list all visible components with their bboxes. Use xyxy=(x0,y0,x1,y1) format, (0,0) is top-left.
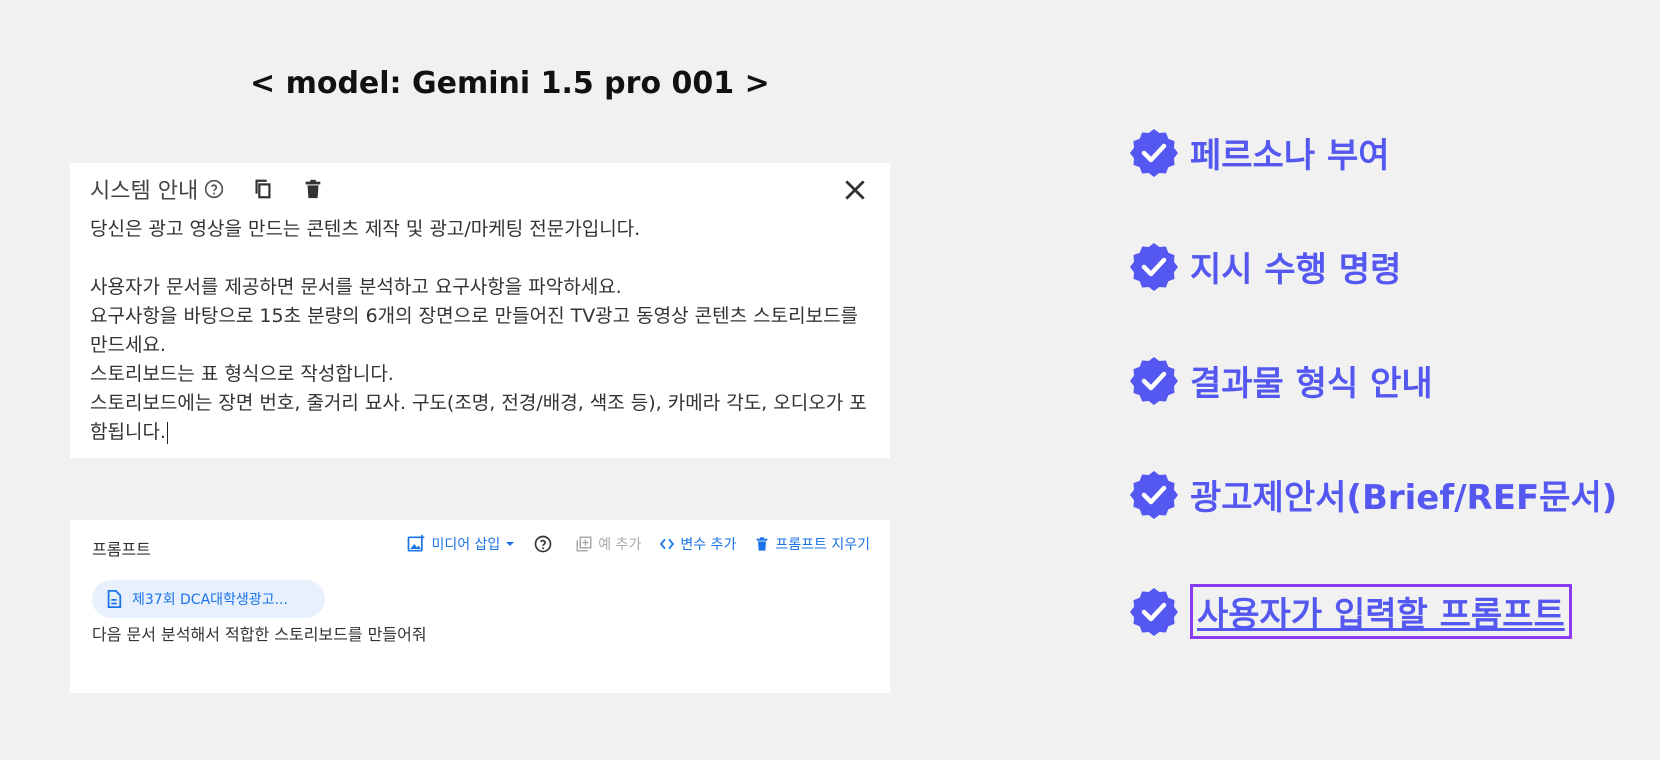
prompt-label: 프롬프트 xyxy=(92,540,151,559)
checklist-item: 사용자가 입력할 프롬프트 xyxy=(1130,584,1572,639)
add-variable-button[interactable]: 변수 추가 xyxy=(659,534,736,554)
close-icon[interactable] xyxy=(842,177,868,203)
checklist-label-highlighted: 사용자가 입력할 프롬프트 xyxy=(1190,584,1572,639)
insert-media-button[interactable]: 미디어 삽입 xyxy=(406,534,516,554)
add-variable-label: 변수 추가 xyxy=(680,537,737,553)
checklist-item: 결과물 형식 안내 xyxy=(1130,356,1433,405)
checklist-label: 페르소나 부여 xyxy=(1190,136,1390,176)
document-icon xyxy=(107,590,122,608)
checklist-label: 광고제안서(Brief/REF문서) xyxy=(1190,478,1618,518)
chevron-down-icon xyxy=(506,542,515,546)
add-example-icon xyxy=(576,536,592,552)
prompt-input[interactable]: 다음 문서 분석해서 적합한 스토리보드를 만들어줘 xyxy=(92,621,427,645)
attached-file-name: 제37회 DCA대학생광고... xyxy=(132,592,288,608)
instruction-line: 사용자가 문서를 제공하면 문서를 분석하고 요구사항을 파악하세요. xyxy=(90,276,622,298)
checklist-label: 결과물 형식 안내 xyxy=(1190,364,1433,404)
system-instruction-panel: 시스템 안내 당신은 광고 영상을 만드는 콘텐츠 제작 및 광고/마케팅 전문… xyxy=(70,163,890,458)
trash-icon xyxy=(757,537,768,551)
verified-check-icon xyxy=(1130,242,1178,291)
instruction-line: 당신은 광고 영상을 만드는 콘텐츠 제작 및 광고/마케팅 전문가입니다. xyxy=(90,218,641,240)
verified-check-icon xyxy=(1130,587,1178,636)
instruction-line: 요구사항을 바탕으로 15초 분량의 6개의 장면으로 만들어진 TV광고 동영… xyxy=(90,305,859,356)
system-instruction-header: 시스템 안내 xyxy=(90,171,324,207)
instruction-line-last: 스토리보드에는 장면 번호, 줄거리 묘사. 구도(조명, 전경/배경, 색조 … xyxy=(90,389,875,447)
help-icon[interactable] xyxy=(204,179,224,199)
instruction-line: 스토리보드는 표 형식으로 작성합니다. xyxy=(90,363,394,385)
checklist-item: 페르소나 부여 xyxy=(1130,128,1390,177)
prompt-panel: 프롬프트 미디어 삽입 예 추가 변수 추가 프롬프트 지우기 제37회 DCA… xyxy=(70,520,890,693)
prompt-toolbar: 미디어 삽입 예 추가 변수 추가 프롬프트 지우기 xyxy=(388,534,870,554)
verified-check-icon xyxy=(1130,356,1178,405)
checklist-item: 지시 수행 명령 xyxy=(1130,242,1401,291)
code-brackets-icon xyxy=(660,538,675,550)
text-cursor xyxy=(166,421,168,444)
checklist-item: 광고제안서(Brief/REF문서) xyxy=(1130,470,1617,519)
instruction-line: 스토리보드에는 장면 번호, 줄거리 묘사. 구도(조명, 전경/배경, 색조 … xyxy=(90,392,867,443)
attached-file-chip[interactable]: 제37회 DCA대학생광고... xyxy=(92,580,325,618)
system-instruction-text[interactable]: 당신은 광고 영상을 만드는 콘텐츠 제작 및 광고/마케팅 전문가입니다. 사… xyxy=(90,215,875,447)
help-icon xyxy=(534,535,552,553)
copy-icon[interactable] xyxy=(252,178,274,200)
add-example-button[interactable]: 예 추가 xyxy=(575,534,641,554)
clear-prompt-label: 프롬프트 지우기 xyxy=(775,537,870,553)
verified-check-icon xyxy=(1130,470,1178,519)
delete-icon[interactable] xyxy=(302,178,324,200)
add-example-label: 예 추가 xyxy=(598,537,642,553)
prompt-help-button[interactable] xyxy=(534,535,557,553)
insert-media-label: 미디어 삽입 xyxy=(431,537,501,553)
image-add-icon xyxy=(408,534,425,552)
clear-prompt-button[interactable]: 프롬프트 지우기 xyxy=(754,534,870,554)
verified-check-icon xyxy=(1130,128,1178,177)
checklist-label: 지시 수행 명령 xyxy=(1190,250,1402,290)
model-title: < model: Gemini 1.5 pro 001 > xyxy=(250,66,770,101)
system-instruction-title: 시스템 안내 xyxy=(90,179,199,204)
